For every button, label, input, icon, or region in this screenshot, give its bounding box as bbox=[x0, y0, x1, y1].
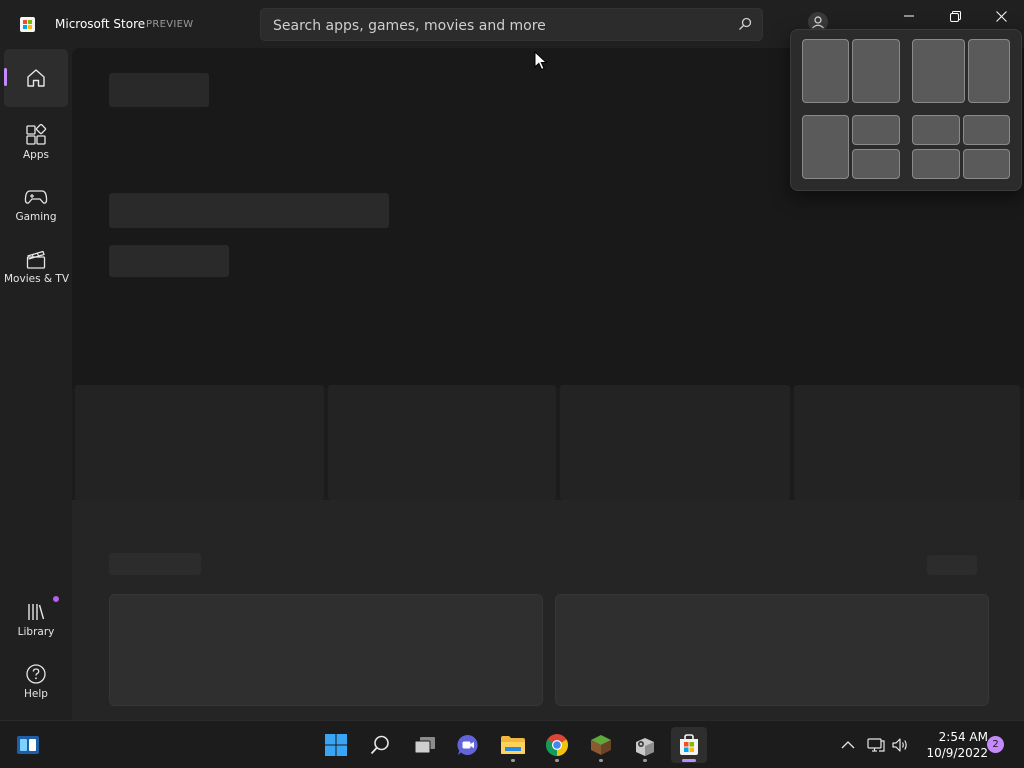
taskbar-app-chrome[interactable] bbox=[539, 727, 575, 763]
nav-item-library[interactable]: Library bbox=[4, 593, 68, 651]
close-icon bbox=[995, 10, 1007, 22]
snap-zone[interactable] bbox=[852, 149, 900, 179]
taskbar-app-microsoft-store[interactable] bbox=[671, 727, 707, 763]
widgets-icon bbox=[17, 736, 39, 754]
chat-icon bbox=[457, 734, 478, 755]
active-app-indicator bbox=[682, 759, 696, 762]
snap-layouts-flyout bbox=[790, 29, 1022, 191]
running-indicator bbox=[511, 759, 515, 762]
chat-button[interactable] bbox=[450, 727, 486, 763]
snap-zone[interactable] bbox=[802, 39, 849, 103]
chrome-icon bbox=[546, 734, 568, 756]
minimize-button[interactable] bbox=[886, 0, 932, 32]
running-indicator bbox=[643, 759, 647, 762]
skeleton-card bbox=[328, 385, 556, 500]
restore-icon bbox=[949, 10, 961, 22]
start-button[interactable] bbox=[318, 727, 354, 763]
nav-item-apps[interactable]: Apps bbox=[4, 116, 68, 174]
notification-badge[interactable]: 2 bbox=[987, 736, 1004, 753]
nav-label-help: Help bbox=[24, 688, 48, 700]
app-title: Microsoft Store bbox=[55, 17, 146, 31]
mouse-cursor-icon bbox=[534, 51, 548, 71]
search-input[interactable] bbox=[271, 9, 725, 42]
nav-item-movies-tv[interactable]: Movies & TV bbox=[4, 240, 70, 298]
search-icon bbox=[370, 735, 389, 755]
skeleton-block bbox=[109, 245, 229, 277]
snap-zone[interactable] bbox=[968, 39, 1010, 103]
clock[interactable]: 2:54 AM 10/9/2022 bbox=[912, 729, 988, 761]
task-view-button[interactable] bbox=[407, 727, 443, 763]
search-box[interactable] bbox=[260, 8, 763, 42]
store-logo-icon bbox=[20, 17, 35, 32]
taskbar-app-settings[interactable] bbox=[627, 727, 663, 763]
skeleton-block bbox=[109, 193, 389, 228]
chevron-up-icon bbox=[841, 741, 855, 749]
skeleton-block bbox=[927, 555, 977, 575]
snap-zone[interactable] bbox=[912, 115, 960, 145]
widgets-button[interactable] bbox=[10, 727, 46, 763]
clock-time: 2:54 AM bbox=[938, 730, 988, 744]
nav-item-help[interactable]: Help bbox=[4, 655, 68, 713]
minecraft-icon bbox=[591, 735, 611, 755]
library-badge bbox=[53, 596, 59, 602]
snap-zone[interactable] bbox=[912, 149, 960, 179]
help-icon bbox=[26, 664, 46, 684]
nav-label-movies-tv: Movies & TV bbox=[4, 273, 70, 285]
skeleton-block bbox=[109, 553, 201, 575]
skeleton-tile bbox=[555, 594, 989, 706]
nav-item-home[interactable] bbox=[4, 49, 68, 107]
running-indicator bbox=[599, 759, 603, 762]
snap-zone[interactable] bbox=[963, 115, 1010, 145]
nav-item-gaming[interactable]: Gaming bbox=[4, 178, 68, 236]
network-icon bbox=[867, 738, 885, 752]
clapperboard-icon bbox=[26, 250, 46, 269]
running-indicator bbox=[555, 759, 559, 762]
snap-zone[interactable] bbox=[912, 39, 965, 103]
taskbar-app-minecraft[interactable] bbox=[583, 727, 619, 763]
settings-app-icon bbox=[636, 738, 654, 756]
snap-zone[interactable] bbox=[802, 115, 849, 179]
restore-button[interactable] bbox=[932, 0, 978, 32]
gamepad-icon bbox=[24, 190, 48, 204]
navigation-rail: Apps Gaming Movies & TV Library Help bbox=[0, 48, 72, 720]
snap-zone[interactable] bbox=[963, 149, 1010, 179]
file-explorer-icon bbox=[501, 736, 525, 754]
close-button[interactable] bbox=[978, 0, 1024, 32]
taskbar-app-file-explorer[interactable] bbox=[495, 727, 531, 763]
preview-label: PREVIEW bbox=[146, 19, 194, 30]
taskbar: 2:54 AM 10/9/2022 bbox=[0, 720, 1024, 768]
collections-placeholder bbox=[72, 500, 1024, 720]
skeleton-tile bbox=[109, 594, 543, 706]
show-hidden-icons-button[interactable] bbox=[839, 736, 857, 754]
windows-start-icon bbox=[325, 734, 347, 756]
skeleton-card bbox=[75, 385, 324, 500]
snap-zone[interactable] bbox=[852, 115, 900, 145]
nav-label-apps: Apps bbox=[23, 149, 49, 161]
task-view-icon bbox=[414, 737, 435, 754]
library-icon bbox=[28, 604, 45, 620]
nav-label-gaming: Gaming bbox=[15, 211, 57, 223]
clock-date: 10/9/2022 bbox=[926, 746, 988, 760]
search-icon[interactable] bbox=[738, 17, 752, 31]
network-button[interactable] bbox=[867, 736, 885, 754]
featured-cards-placeholder bbox=[72, 385, 1024, 500]
volume-button[interactable] bbox=[891, 736, 909, 754]
snap-zone[interactable] bbox=[852, 39, 900, 103]
home-icon bbox=[27, 69, 45, 87]
active-indicator bbox=[4, 68, 7, 86]
skeleton-block bbox=[109, 73, 209, 107]
store-icon bbox=[680, 734, 698, 755]
skeleton-card bbox=[560, 385, 790, 500]
apps-icon bbox=[26, 124, 47, 145]
volume-icon bbox=[892, 738, 907, 752]
skeleton-card bbox=[794, 385, 1020, 500]
taskbar-search-button[interactable] bbox=[362, 727, 398, 763]
minimize-icon bbox=[904, 15, 914, 17]
nav-label-library: Library bbox=[17, 626, 55, 638]
